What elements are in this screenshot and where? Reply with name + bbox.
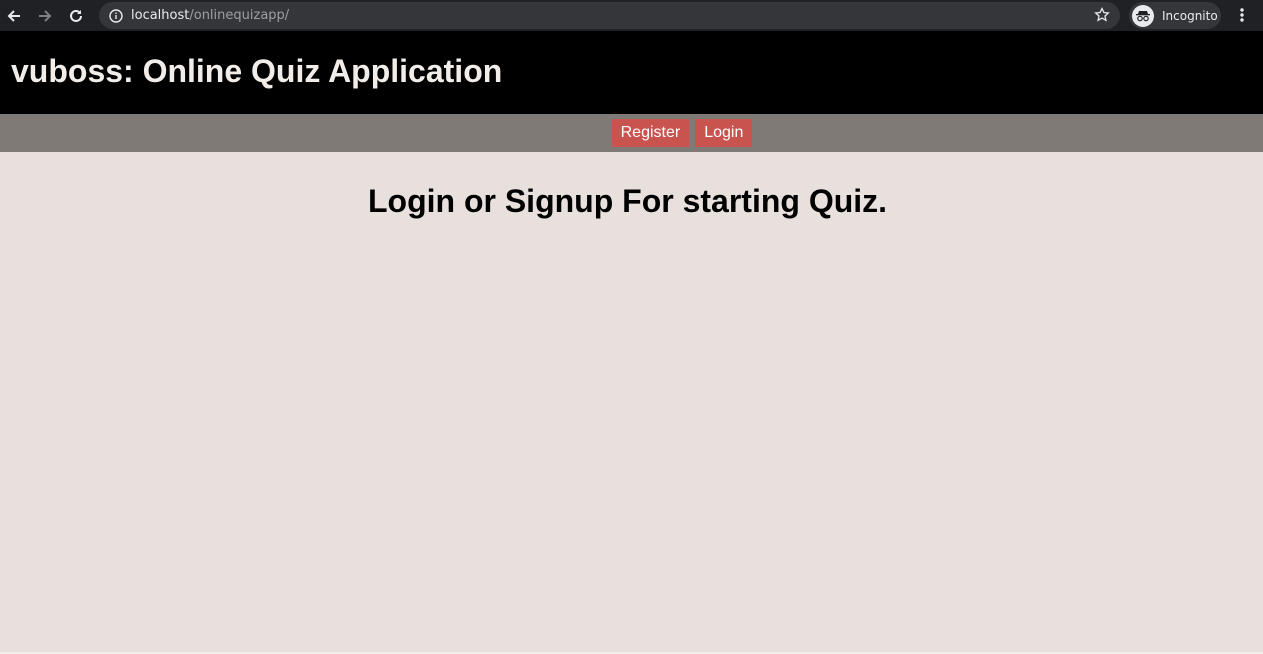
incognito-profile-button[interactable]: Incognito — [1129, 2, 1221, 29]
main-navigation: Register Login — [0, 114, 1263, 152]
forward-button[interactable] — [32, 3, 58, 29]
page-heading: Login or Signup For starting Quiz. — [367, 183, 888, 219]
url-path: /onlinequizapp/ — [189, 8, 290, 23]
back-button[interactable] — [1, 3, 27, 29]
register-button[interactable]: Register — [611, 119, 690, 147]
arrow-left-icon — [7, 10, 20, 22]
bookmark-star-icon[interactable] — [1094, 6, 1110, 28]
browser-menu-icon[interactable] — [1233, 5, 1251, 25]
browser-toolbar: localhost/onlinequizapp/ Incognito — [0, 0, 1263, 31]
site-info-icon[interactable] — [109, 8, 123, 23]
site-title: vuboss: Online Quiz Application — [11, 53, 503, 89]
reload-button[interactable] — [63, 3, 89, 29]
url-text[interactable]: localhost/onlinequizapp/ — [131, 8, 289, 23]
url-host: localhost — [131, 8, 190, 23]
arrow-right-icon — [39, 10, 52, 22]
site-header: vuboss: Online Quiz Application — [0, 31, 1263, 114]
profile-label: Incognito — [1162, 8, 1218, 23]
login-button[interactable]: Login — [695, 119, 753, 147]
reload-icon — [70, 9, 82, 22]
address-bar[interactable]: localhost/onlinequizapp/ — [99, 2, 1120, 29]
incognito-icon — [1132, 4, 1154, 27]
